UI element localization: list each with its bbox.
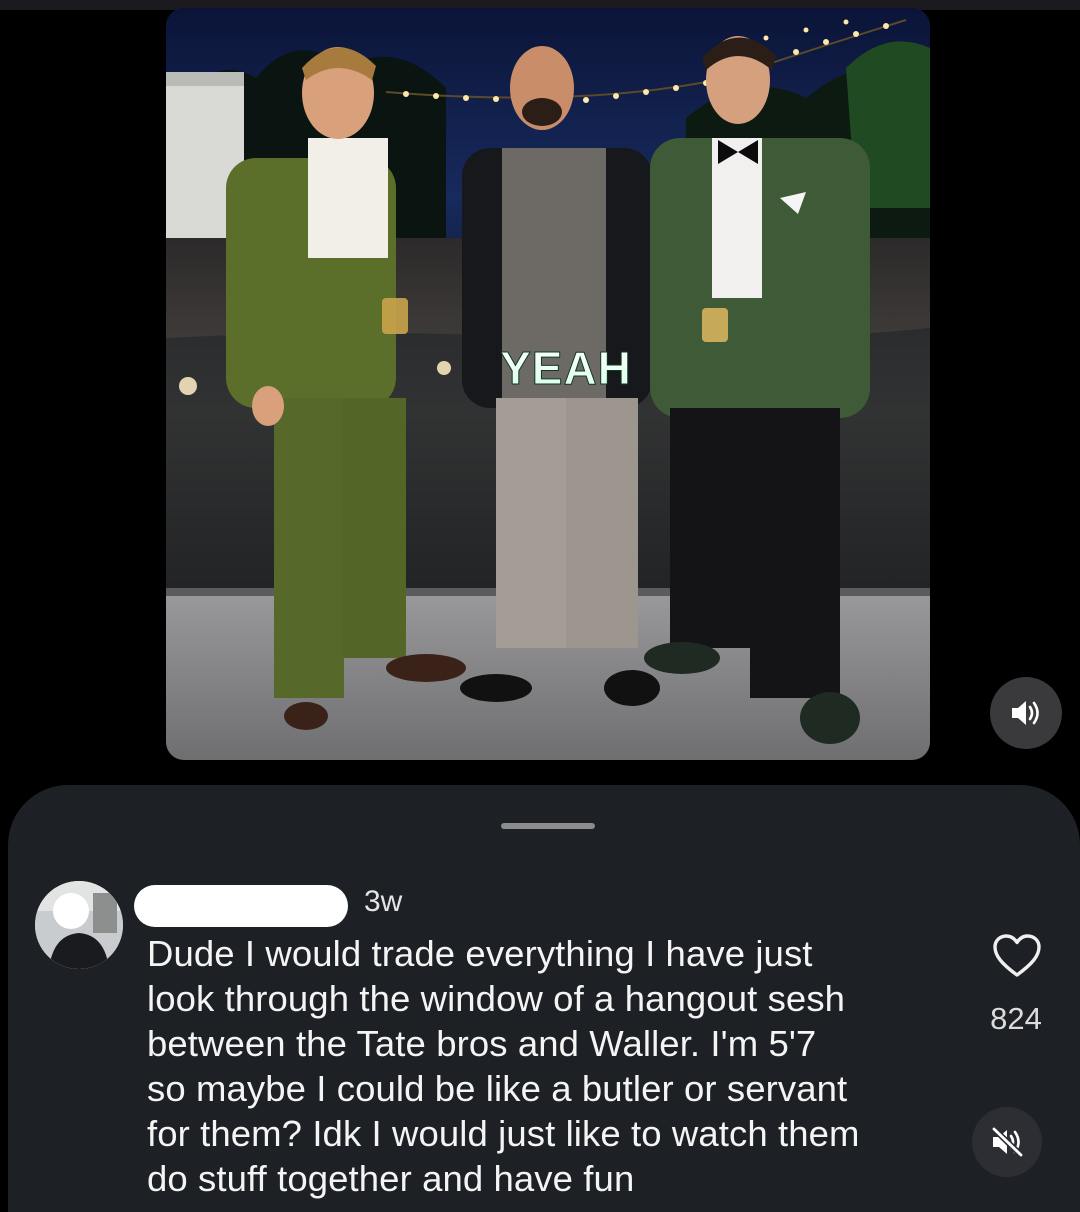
video-frame-still: YEAH — [166, 8, 930, 760]
heart-outline-icon — [993, 934, 1041, 977]
like-count: 824 — [990, 1001, 1042, 1036]
comments-sheet: 3w Dude I would trade everything I have … — [8, 785, 1080, 1212]
speaker-muted-icon — [991, 1126, 1024, 1158]
video-player[interactable]: YEAH — [166, 8, 930, 760]
speaker-on-icon — [1012, 701, 1039, 725]
sound-toggle-button[interactable] — [990, 677, 1062, 749]
mute-toggle-button[interactable] — [972, 1107, 1042, 1177]
comment-text: Dude I would trade everything I have jus… — [147, 933, 860, 1199]
comment-timestamp: 3w — [364, 885, 403, 918]
sheet-drag-handle[interactable] — [501, 823, 595, 829]
username-redacted[interactable] — [134, 885, 348, 927]
avatar-image — [35, 881, 123, 969]
video-caption: YEAH — [500, 342, 632, 394]
media-viewer: YEAH — [0, 0, 1080, 790]
like-button[interactable] — [992, 933, 1042, 979]
avatar[interactable] — [35, 881, 123, 969]
